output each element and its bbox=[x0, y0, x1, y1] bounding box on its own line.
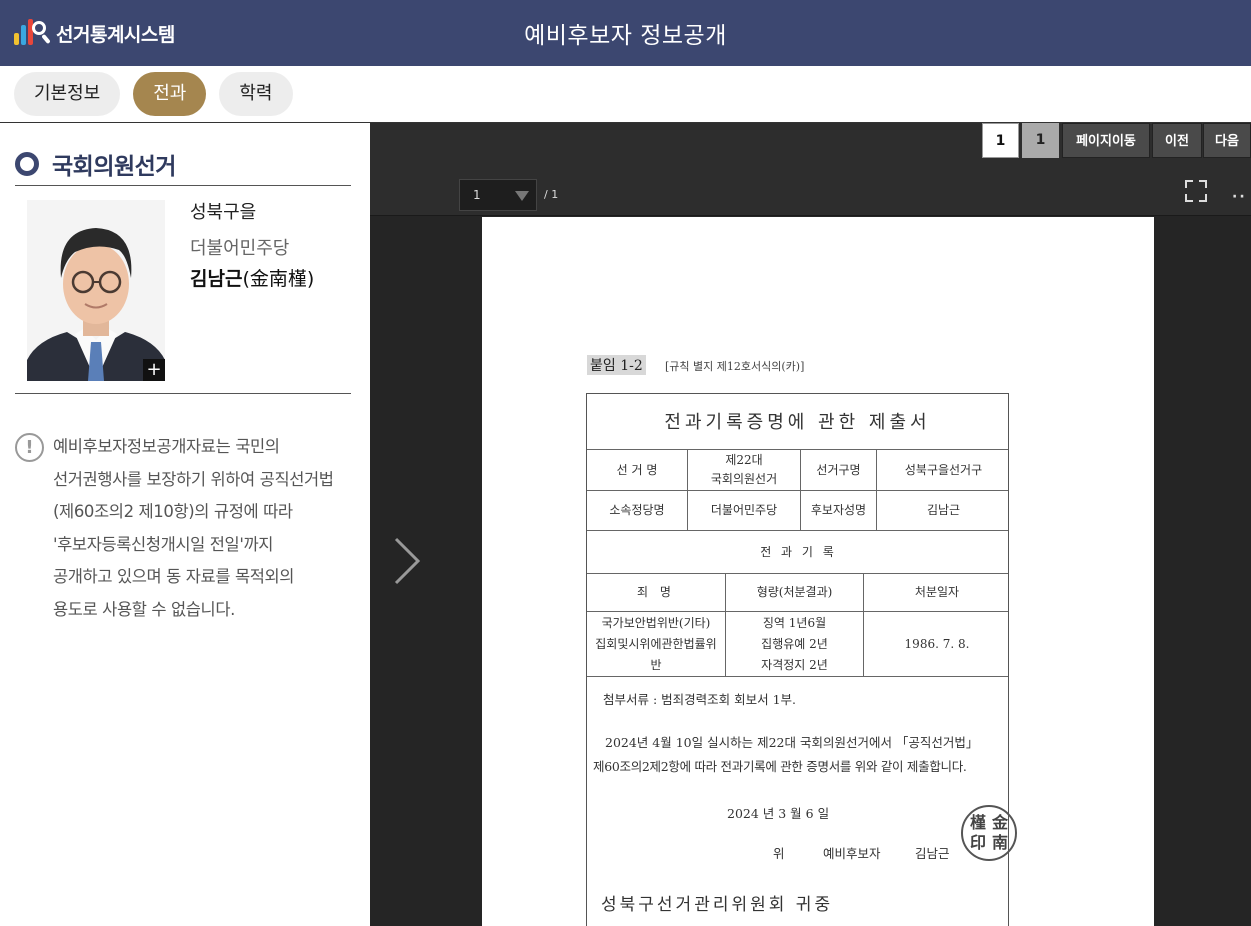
page-select-value: 1 bbox=[473, 188, 481, 202]
crime-line: 집회및시위에관한법률위 bbox=[595, 636, 717, 651]
date-cell: 1986. 7. 8. bbox=[904, 636, 970, 651]
attachment-label: 붙임 1-2 bbox=[587, 355, 646, 375]
notice-line: (제60조의2 제10항)의 규정에 따라 bbox=[53, 502, 293, 521]
sentence-line: 집행유예 2년 bbox=[761, 636, 828, 651]
election-heading: 국회의원선거 bbox=[15, 147, 176, 181]
expand-photo-icon[interactable]: + bbox=[143, 359, 165, 381]
candidate-photo[interactable]: + bbox=[27, 200, 165, 381]
party-label: 소속정당명 bbox=[609, 503, 665, 517]
district-label: 선거구명 bbox=[816, 462, 861, 477]
seal-char: 印 bbox=[969, 833, 986, 852]
signer-role: 예비후보자 bbox=[823, 846, 881, 861]
document-viewer: 1 1 페이지이동 이전 다음 1 / 1 ·· 붙임 1-2 [규칙 별지 제… bbox=[370, 123, 1251, 926]
tab-basic-info[interactable]: 기본정보 bbox=[14, 72, 121, 116]
notice-line: 예비후보자정보공개자료는 국민의 bbox=[53, 437, 280, 456]
crime-cell: 국가보안법위반(기타) 집회및시위에관한법률위 반 bbox=[587, 612, 725, 676]
notice-line: 선거권행사를 보장하기 위하여 공직선거법 bbox=[53, 469, 334, 489]
tab-education[interactable]: 학력 bbox=[219, 72, 293, 116]
page-select[interactable]: 1 bbox=[459, 179, 537, 211]
page-count: / 1 bbox=[544, 188, 559, 201]
signer-prefix: 위 bbox=[773, 846, 785, 861]
more-icon[interactable]: ·· bbox=[1232, 189, 1247, 205]
crime-line: 반 bbox=[650, 657, 662, 672]
candidate-label: 후보자성명 bbox=[810, 503, 867, 517]
app-header: 선거통계시스템 예비후보자 정보공개 bbox=[0, 0, 1251, 66]
attached-documents: 첨부서류 : 범죄경력조회 회보서 1부. bbox=[603, 692, 797, 707]
seal-char: 南 bbox=[991, 833, 1008, 852]
current-page-input[interactable]: 1 bbox=[982, 123, 1019, 158]
party-value: 더불어민주당 bbox=[710, 503, 778, 517]
page-title: 예비후보자 정보공개 bbox=[524, 23, 727, 49]
tab-criminal-record[interactable]: 전과 bbox=[133, 72, 207, 116]
record-header: 전 과 기 록 bbox=[760, 544, 837, 559]
next-page-button[interactable]: 다음 bbox=[1203, 123, 1251, 158]
crime-line: 국가보안법위반(기타) bbox=[601, 615, 711, 630]
name-seal-stamp: 槿 金 印 南 bbox=[961, 805, 1017, 861]
sentence-line: 징역 1년6월 bbox=[762, 615, 827, 630]
col-date: 처분일자 bbox=[914, 585, 960, 599]
candidate-name: 김남근 bbox=[190, 268, 243, 290]
election-value-line: 국회의원선거 bbox=[710, 472, 778, 486]
form-title: 전과기록증명에 관한 제출서 bbox=[664, 412, 931, 433]
divider bbox=[15, 185, 351, 186]
candidate-name-hanja: (金南槿) bbox=[242, 268, 315, 290]
ring-icon bbox=[15, 152, 39, 176]
notice-line: '후보자등록신청개시일 전일'까지 bbox=[53, 534, 274, 554]
col-crime: 죄 명 bbox=[637, 585, 675, 599]
district-value: 성북구을선거구 bbox=[904, 462, 983, 477]
statement-line-2: 제60조의2제2항에 따라 전과기록에 관한 증명서를 위와 같이 제출합니다. bbox=[593, 759, 967, 774]
chevron-down-icon bbox=[515, 191, 529, 201]
divider bbox=[15, 393, 351, 394]
tab-bar: 기본정보 전과 학력 bbox=[14, 72, 293, 116]
fullscreen-icon[interactable] bbox=[1185, 180, 1207, 202]
election-type: 국회의원선거 bbox=[52, 154, 176, 180]
candidate-name-line: 김남근(金南槿) bbox=[190, 264, 314, 291]
election-label: 선 거 명 bbox=[616, 462, 658, 477]
notice-line: 공개하고 있으며 동 자료를 목적외의 bbox=[53, 567, 295, 586]
signer-name: 김남근 bbox=[915, 846, 950, 861]
candidate-district: 성북구을 bbox=[190, 202, 257, 223]
seal-char: 金 bbox=[991, 813, 1008, 832]
prev-page-button[interactable]: 이전 bbox=[1152, 123, 1202, 158]
total-pages: 1 bbox=[1022, 123, 1059, 158]
sentence-cell: 징역 1년6월 집행유예 2년 자격정지 2년 bbox=[726, 612, 863, 676]
candidate-party: 더불어민주당 bbox=[190, 238, 290, 259]
candidate-value: 김남근 bbox=[926, 503, 961, 517]
col-sentence: 형량(처분결과) bbox=[756, 585, 833, 599]
info-icon: ! bbox=[15, 433, 44, 462]
seal-char: 槿 bbox=[969, 813, 986, 832]
sentence-line: 자격정지 2년 bbox=[761, 657, 828, 672]
candidate-panel: 국회의원선거 + 성북구을 더불어민주당 김남근(金南槿) ! 예비후보자정보공… bbox=[0, 123, 370, 926]
notice-text: 예비후보자정보공개자료는 국민의 선거권행사를 보장하기 위하여 공직선거법 (… bbox=[53, 431, 353, 626]
notice-line: 용도로 사용할 수 없습니다. bbox=[53, 599, 235, 619]
page-move-button[interactable]: 페이지이동 bbox=[1062, 123, 1150, 158]
submission-date: 2024 년 3 월 6 일 bbox=[727, 806, 830, 821]
candidate-portrait bbox=[27, 200, 165, 381]
statement-line-1: 2024년 4월 10일 실시하는 제22대 국회의원선거에서 「공직선거법」 bbox=[605, 735, 979, 750]
election-value: 제22대 국회의원선거 bbox=[688, 450, 800, 490]
election-value-line: 제22대 bbox=[725, 453, 763, 467]
document-page: 붙임 1-2 [규칙 별지 제12호서식의(카)] 전과기록증명에 관한 제출서… bbox=[482, 217, 1154, 926]
recipient: 성북구선거관리위원회 귀중 bbox=[601, 895, 834, 915]
record-form: 전과기록증명에 관한 제출서 선 거 명 제22대 국회의원선거 선거구명 성북… bbox=[586, 393, 1017, 926]
chevron-right-icon[interactable] bbox=[392, 536, 422, 586]
viewer-toolbar: 1 1 페이지이동 이전 다음 1 / 1 ·· bbox=[370, 123, 1251, 216]
form-rule-reference: [규칙 별지 제12호서식의(카)] bbox=[665, 360, 805, 373]
